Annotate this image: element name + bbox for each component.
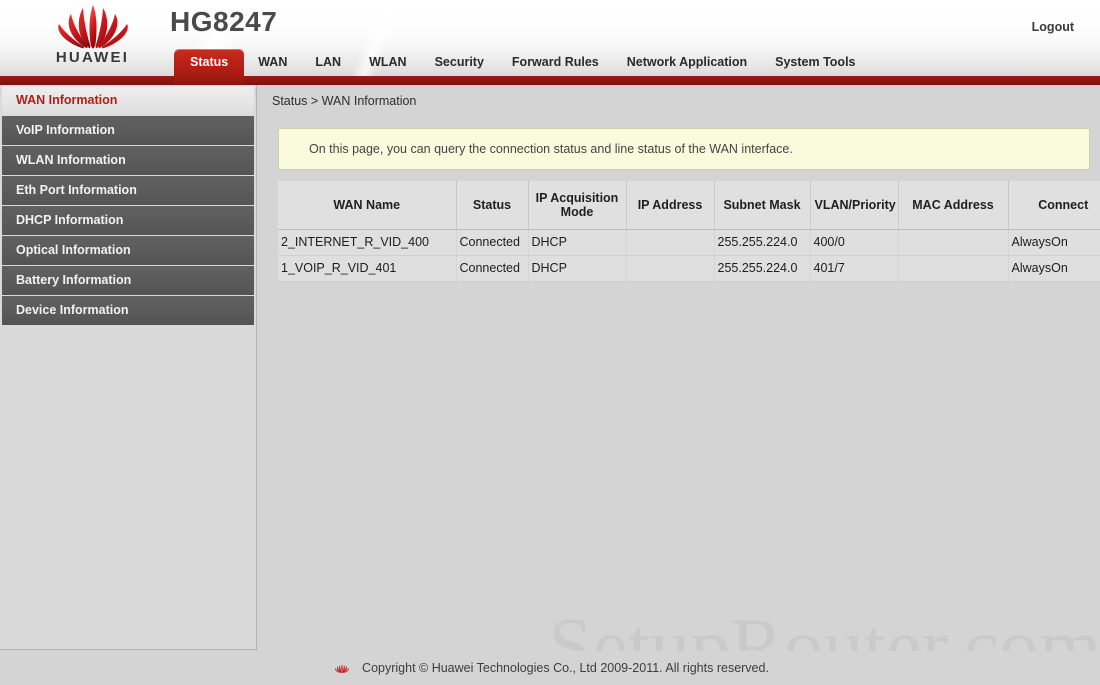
cell-vlan-priority: 400/0 bbox=[810, 229, 899, 256]
sidebar-item-eth-port-information[interactable]: Eth Port Information bbox=[2, 176, 254, 205]
cell-ip-address bbox=[626, 255, 715, 282]
sidebar-item-wlan-information[interactable]: WLAN Information bbox=[2, 146, 254, 175]
page-footer: Copyright © Huawei Technologies Co., Ltd… bbox=[0, 651, 1100, 685]
table-row: 1_VOIP_R_VID_401 Connected DHCP 255.255.224… bbox=[278, 255, 1100, 282]
sidebar-item-dhcp-information[interactable]: DHCP Information bbox=[2, 206, 254, 235]
cell-ip-acquisition-mode: DHCP bbox=[528, 229, 627, 256]
page-body: WAN Information VoIP Information WLAN Info… bbox=[0, 85, 1100, 685]
content-panel: Status > WAN Information On this page, y… bbox=[258, 85, 1100, 685]
nav-tab-wlan[interactable]: WLAN bbox=[355, 49, 421, 76]
cell-subnet-mask: 255.255.224.0 bbox=[714, 229, 811, 256]
sidebar-item-battery-information[interactable]: Battery Information bbox=[2, 266, 254, 295]
huawei-flower-icon bbox=[57, 5, 128, 49]
column-header: VLAN/Priority bbox=[810, 181, 899, 230]
cell-status: Connected bbox=[456, 255, 529, 282]
wan-table-body: 2_INTERNET_R_VID_400 Connected DHCP 255.255… bbox=[278, 229, 1100, 282]
main-navigation: Status WAN LAN WLAN Security Forward Rules Net… bbox=[0, 49, 1100, 85]
nav-tab-network-application[interactable]: Network Application bbox=[613, 49, 761, 76]
copyright-text: Copyright © Huawei Technologies Co., Ltd… bbox=[362, 661, 769, 675]
column-header: Connect bbox=[1008, 181, 1100, 230]
column-header: IP Address bbox=[626, 181, 715, 230]
cell-status: Connected bbox=[456, 229, 529, 256]
nav-tab-system-tools[interactable]: System Tools bbox=[761, 49, 869, 76]
cell-connect: AlwaysOn bbox=[1008, 255, 1100, 282]
column-header: Subnet Mask bbox=[714, 181, 811, 230]
column-header: IP Acquisition Mode bbox=[528, 181, 627, 230]
sidebar-menu: WAN Information VoIP Information WLAN Info… bbox=[0, 85, 257, 650]
cell-mac-address bbox=[898, 229, 1009, 256]
nav-tab-lan[interactable]: LAN bbox=[301, 49, 355, 76]
router-admin-page: HUAWEI HG8247 Logout Status WAN LAN WLAN Sec… bbox=[0, 0, 1100, 685]
sidebar-item-device-information[interactable]: Device Information bbox=[2, 296, 254, 325]
breadcrumb: Status > WAN Information bbox=[272, 94, 417, 108]
wan-table-head: WAN Name Status IP Acquisition Mode IP Addr… bbox=[278, 181, 1100, 230]
huawei-flower-icon-small bbox=[335, 663, 350, 673]
cell-vlan-priority: 401/7 bbox=[810, 255, 899, 282]
nav-tab-forward-rules[interactable]: Forward Rules bbox=[498, 49, 613, 76]
wan-table-container: WAN Name Status IP Acquisition Mode IP Addr… bbox=[278, 181, 1100, 282]
cell-wan-name: 1_VOIP_R_VID_401 bbox=[278, 255, 457, 282]
nav-tab-status[interactable]: Status bbox=[174, 49, 245, 85]
cell-connect: AlwaysOn bbox=[1008, 229, 1100, 256]
cell-wan-name: 2_INTERNET_R_VID_400 bbox=[278, 229, 457, 256]
sidebar-item-voip-information[interactable]: VoIP Information bbox=[2, 116, 254, 145]
cell-ip-address bbox=[626, 229, 715, 256]
column-header: WAN Name bbox=[278, 181, 457, 230]
logout-button[interactable]: Logout bbox=[1026, 17, 1080, 37]
sidebar-item-optical-information[interactable]: Optical Information bbox=[2, 236, 254, 265]
table-row: 2_INTERNET_R_VID_400 Connected DHCP 255.255… bbox=[278, 229, 1100, 256]
page-header: HUAWEI HG8247 Logout Status WAN LAN WLAN Sec… bbox=[0, 0, 1100, 85]
sidebar-item-wan-information[interactable]: WAN Information bbox=[2, 86, 254, 115]
cell-mac-address bbox=[898, 255, 1009, 282]
nav-tab-wan[interactable]: WAN bbox=[244, 49, 301, 76]
column-header: Status bbox=[456, 181, 529, 230]
info-banner-text: On this page, you can query the connecti… bbox=[309, 142, 793, 156]
nav-tab-security[interactable]: Security bbox=[421, 49, 498, 76]
cell-subnet-mask: 255.255.224.0 bbox=[714, 255, 811, 282]
cell-ip-acquisition-mode: DHCP bbox=[528, 255, 627, 282]
column-header: MAC Address bbox=[898, 181, 1009, 230]
wan-information-table: WAN Name Status IP Acquisition Mode IP Addr… bbox=[278, 181, 1100, 282]
table-header-row: WAN Name Status IP Acquisition Mode IP Addr… bbox=[278, 181, 1100, 230]
info-banner: On this page, you can query the connecti… bbox=[278, 128, 1090, 170]
page-title: HG8247 bbox=[170, 6, 278, 37]
